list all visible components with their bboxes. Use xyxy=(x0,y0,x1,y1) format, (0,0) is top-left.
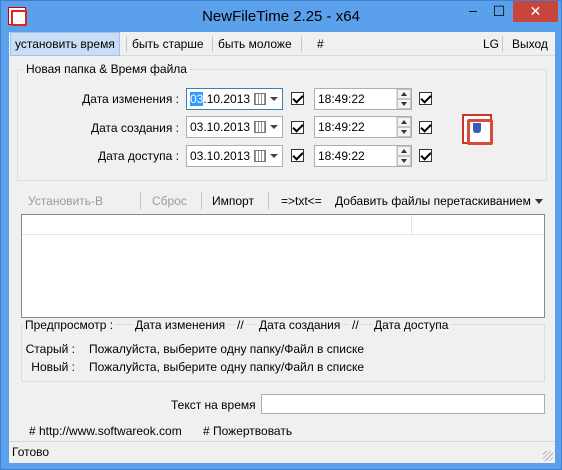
status-bar: Готово xyxy=(9,441,555,463)
close-button[interactable]: ✕ xyxy=(513,1,558,22)
accessed-date-picker[interactable]: 03.10.2013 xyxy=(186,145,283,167)
titlebar: NewFileTime 2.25 - x64 – ☐ ✕ xyxy=(1,1,561,31)
donate-link[interactable]: # Пожертвовать xyxy=(203,424,292,438)
calendar-icon[interactable] xyxy=(254,121,266,133)
spin-up-icon[interactable] xyxy=(397,146,411,156)
preview-col-created: Дата создания xyxy=(257,318,343,332)
modified-date-label: Дата изменения : xyxy=(82,92,179,106)
chevron-down-icon[interactable] xyxy=(270,125,278,129)
created-date-value: 03.10.2013 xyxy=(190,120,251,134)
menu-language[interactable]: LG xyxy=(479,32,503,56)
created-date-label: Дата создания : xyxy=(91,121,179,135)
time-spinner[interactable] xyxy=(396,89,411,109)
status-text: Готово xyxy=(12,445,50,459)
accessed-date-label: Дата доступа : xyxy=(97,149,179,163)
time-spinner[interactable] xyxy=(396,117,411,137)
preview-label: Предпросмотр : xyxy=(23,318,116,332)
app-window: NewFileTime 2.25 - x64 – ☐ ✕ установить … xyxy=(0,0,562,470)
accessed-date-value: 03.10.2013 xyxy=(190,149,251,163)
website-link[interactable]: # http://www.softwareok.com xyxy=(29,424,182,438)
add-files-button[interactable]: Добавить файлы перетаскиванием xyxy=(335,191,531,211)
file-time-group-title: Новая папка & Время файла xyxy=(23,62,190,76)
modified-date-day: 03 xyxy=(190,92,204,106)
old-label: Старый : xyxy=(25,342,75,356)
created-date-picker[interactable]: 03.10.2013 xyxy=(186,116,283,138)
modified-date-picker[interactable]: 03.10.2013 xyxy=(186,88,283,110)
preview-col-sep: // xyxy=(350,318,361,332)
created-date-checkbox[interactable] xyxy=(291,121,304,134)
maximize-button[interactable]: ☐ xyxy=(486,1,512,22)
modified-time-picker[interactable]: 18:49:22 xyxy=(314,88,412,110)
menu-exit[interactable]: Выход xyxy=(508,32,552,56)
spin-down-icon[interactable] xyxy=(397,127,411,137)
accessed-time-checkbox[interactable] xyxy=(419,149,432,162)
menu-separator xyxy=(502,36,503,52)
new-label: Новый : xyxy=(31,360,75,374)
toolbar-separator xyxy=(201,192,202,210)
chevron-down-icon[interactable] xyxy=(270,154,278,158)
spin-up-icon[interactable] xyxy=(397,117,411,127)
menu-hash[interactable]: # xyxy=(313,32,328,56)
spin-down-icon[interactable] xyxy=(397,156,411,166)
set-to-button[interactable]: Установить-В xyxy=(28,191,103,211)
accessed-date-checkbox[interactable] xyxy=(291,149,304,162)
accessed-time-value: 18:49:22 xyxy=(318,149,365,163)
client-area: установить время быть старше быть моложе… xyxy=(9,32,555,463)
reset-button[interactable]: Сброс xyxy=(152,191,187,211)
text-time-input[interactable] xyxy=(261,394,545,414)
old-value: Пожалуйста, выберите одну папку/Файл в с… xyxy=(89,342,364,356)
txt-button[interactable]: =>txt<= xyxy=(281,191,322,211)
minimize-button[interactable]: – xyxy=(460,1,486,22)
newfiletime-icon[interactable] xyxy=(462,114,493,145)
modified-date-rest: .10.2013 xyxy=(203,92,251,106)
toolbar-separator xyxy=(268,192,269,210)
toolbar-separator xyxy=(140,192,141,210)
file-list-header xyxy=(22,215,544,235)
menu-separator xyxy=(212,36,213,52)
new-value: Пожалуйста, выберите одну папку/Файл в с… xyxy=(89,360,364,374)
menu-bar: установить время быть старше быть моложе… xyxy=(9,32,555,56)
created-time-value: 18:49:22 xyxy=(318,120,365,134)
menu-separator xyxy=(126,36,127,52)
spin-down-icon[interactable] xyxy=(397,99,411,109)
calendar-icon[interactable] xyxy=(254,150,266,162)
chevron-down-icon[interactable] xyxy=(535,199,543,204)
time-spinner[interactable] xyxy=(396,146,411,166)
menu-separator xyxy=(301,36,302,52)
column-separator[interactable] xyxy=(411,215,412,235)
preview-col-accessed: Дата доступа xyxy=(372,318,451,332)
created-time-picker[interactable]: 18:49:22 xyxy=(314,116,412,138)
text-time-label: Текст на время xyxy=(171,398,256,412)
preview-col-sep: // xyxy=(235,318,246,332)
menu-make-younger[interactable]: быть моложе xyxy=(214,32,296,56)
modified-date-checkbox[interactable] xyxy=(291,92,304,105)
accessed-time-picker[interactable]: 18:49:22 xyxy=(314,145,412,167)
menu-set-time[interactable]: установить время xyxy=(10,32,120,56)
resize-grip-icon[interactable] xyxy=(543,451,553,461)
created-time-checkbox[interactable] xyxy=(419,121,432,134)
spin-up-icon[interactable] xyxy=(397,89,411,99)
import-button[interactable]: Импорт xyxy=(212,191,254,211)
calendar-icon[interactable] xyxy=(254,93,266,105)
modified-time-checkbox[interactable] xyxy=(419,92,432,105)
preview-col-modified: Дата изменения xyxy=(133,318,228,332)
modified-time-value: 18:49:22 xyxy=(318,92,365,106)
file-list[interactable] xyxy=(21,214,545,318)
chevron-down-icon[interactable] xyxy=(270,97,278,101)
menu-make-older[interactable]: быть старше xyxy=(128,32,208,56)
